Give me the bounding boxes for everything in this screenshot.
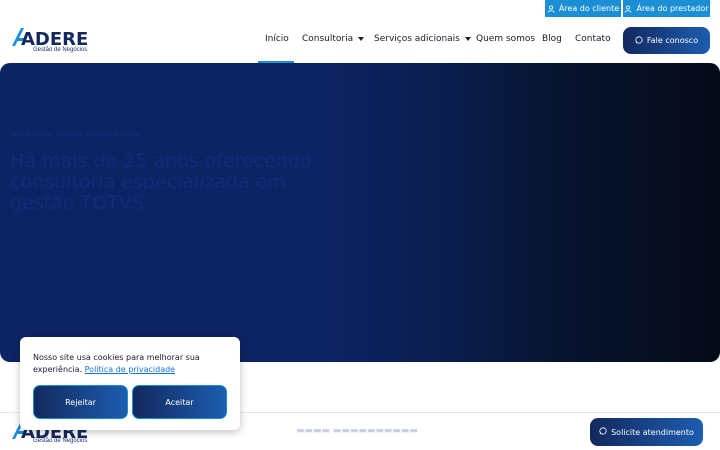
whatsapp-icon xyxy=(635,35,643,46)
provider-area-label: Área do prestador xyxy=(636,4,709,13)
accept-label: Aceitar xyxy=(165,397,194,407)
client-area-label: Área do cliente xyxy=(558,4,620,13)
nav-item-inicio[interactable]: Início xyxy=(265,34,289,44)
logo[interactable]: ADERE Gestão de Negócios xyxy=(10,27,90,59)
privacy-policy-link[interactable]: Política de privacidade xyxy=(85,365,175,374)
fale-conosco-label: Fale conosco xyxy=(646,36,699,45)
site-header: ADERE Gestão de Negócios Início Consulto… xyxy=(0,17,720,63)
nav-item-label: Blog xyxy=(542,34,562,44)
caret-down-icon xyxy=(358,37,365,41)
nav-item-label: Quem somos xyxy=(476,34,536,44)
reject-label: Rejeitar xyxy=(65,397,96,407)
nav-item-label: Início xyxy=(265,34,289,44)
hero-banner: ▬▬▬▬▬▬ ▬▬▬▬ ▬▬▬▬▬▬▬▬ Há mais de 25 anos … xyxy=(0,63,720,362)
solicite-atendimento-button[interactable]: Solicite atendimento xyxy=(590,418,703,446)
hero-title: Há mais de 25 anos oferecendo consultori… xyxy=(10,150,312,214)
nav-item-label: Consultoria xyxy=(302,34,354,44)
nav-item-servicos-adicionais[interactable]: Serviços adicionais xyxy=(374,34,471,44)
solicite-atendimento-label: Solicite atendimento xyxy=(611,427,694,437)
fale-conosco-button[interactable]: Fale conosco xyxy=(623,27,710,54)
page: Área do cliente Área do prestador ADERE … xyxy=(0,0,720,450)
caret-down-icon xyxy=(464,37,471,41)
cookie-message: Nosso site usa cookies para melhorar sua… xyxy=(33,352,213,376)
nav-item-blog[interactable]: Blog xyxy=(542,34,562,44)
nav-item-quem-somos[interactable]: Quem somos xyxy=(476,34,535,44)
user-icon xyxy=(624,4,632,13)
nav-item-consultoria[interactable]: Consultoria xyxy=(302,34,365,44)
user-icon xyxy=(547,4,555,13)
nav-item-contato[interactable]: Contato xyxy=(575,34,611,44)
provider-area-button[interactable]: Área do prestador xyxy=(623,0,710,17)
footer-faded-text: ▬▬▬▬ ▬▬▬▬▬▬▬▬▬▬ xyxy=(296,426,418,436)
footer-logo-tagline: Gestão de Negócios xyxy=(33,438,88,444)
logo-tagline: Gestão de Negócios xyxy=(33,47,88,53)
accept-cookies-button[interactable]: Aceitar xyxy=(132,385,227,419)
nav-item-label: Serviços adicionais xyxy=(374,34,460,44)
hero-kicker: ▬▬▬▬▬▬ ▬▬▬▬ ▬▬▬▬▬▬▬▬ xyxy=(11,130,141,138)
reject-cookies-button[interactable]: Rejeitar xyxy=(33,385,128,419)
cookie-consent-popup: Nosso site usa cookies para melhorar sua… xyxy=(20,337,240,430)
whatsapp-icon xyxy=(599,427,607,437)
logo-wordmark: ADERE xyxy=(21,29,88,47)
client-area-button[interactable]: Área do cliente xyxy=(545,0,621,17)
top-utility-bar: Área do cliente Área do prestador xyxy=(0,0,720,17)
nav-item-label: Contato xyxy=(575,34,611,44)
